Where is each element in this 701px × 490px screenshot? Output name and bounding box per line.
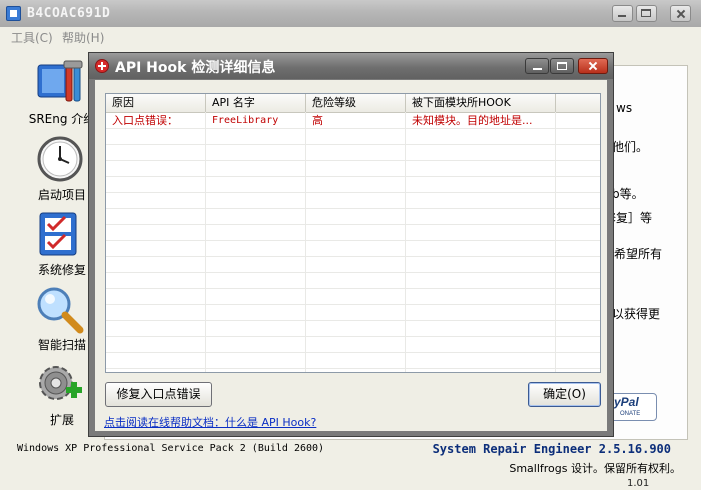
behind-text-5: 希望所有 <box>614 247 663 261</box>
empty-row <box>106 193 600 209</box>
clock-icon <box>37 136 83 182</box>
magnifier-icon <box>37 287 84 334</box>
behind-text-1: ws <box>616 101 633 115</box>
empty-row <box>106 289 600 305</box>
empty-row <box>106 257 600 273</box>
empty-row <box>106 209 600 225</box>
maximize-button[interactable] <box>636 5 657 22</box>
os-info: Windows XP Professional Service Pack 2 (… <box>17 443 325 454</box>
gear-plus-icon <box>39 366 82 400</box>
repair-entry-button[interactable]: 修复入口点错误 <box>105 382 212 407</box>
menu-tools[interactable]: 工具(C) <box>11 29 53 46</box>
table-row[interactable]: 入口点错误： FreeLibrary 高 未知模块。目的地址是... <box>106 113 600 129</box>
dialog-body: 原因 API 名字 危险等级 被下面模块所HOOK 入口点错误： FreeLib… <box>95 80 607 431</box>
app-icon <box>6 6 21 21</box>
dialog-close-button[interactable] <box>578 58 608 74</box>
ok-button[interactable]: 确定(O) <box>528 382 601 407</box>
bottom-fragment: 1.01 <box>627 478 650 489</box>
col-extra <box>556 94 600 112</box>
cell-level: 高 <box>312 114 323 127</box>
copyright: Smallfrogs 设计。保留所有权利。 <box>509 462 681 475</box>
empty-row <box>106 273 600 289</box>
col-reason[interactable]: 原因 <box>106 94 206 112</box>
empty-row <box>106 353 600 369</box>
empty-row <box>106 177 600 193</box>
behind-text-6: 以获得更 <box>612 307 661 321</box>
dialog-titlebar[interactable]: API Hook 检测详细信息 <box>89 53 613 79</box>
sidebar: SREng 介绍 启动项目 系统修复 智能扫描 扩展 <box>24 55 95 435</box>
menubar: 工具(C) 帮助(H) <box>0 27 701 46</box>
empty-row <box>106 225 600 241</box>
menu-help[interactable]: 帮助(H) <box>62 29 104 46</box>
dialog-maximize-button[interactable] <box>550 58 574 74</box>
paypal-label: yPal <box>614 395 639 409</box>
cell-module: 未知模块。目的地址是... <box>412 114 533 127</box>
api-hook-dialog: API Hook 检测详细信息 原因 API 名字 危险等级 被下面模块所HOO… <box>88 52 614 437</box>
empty-row <box>106 337 600 353</box>
cell-reason: 入口点错误： <box>112 114 178 127</box>
empty-row <box>106 241 600 257</box>
list-header: 原因 API 名字 危险等级 被下面模块所HOOK <box>106 94 600 113</box>
dialog-title: API Hook 检测详细信息 <box>115 60 276 76</box>
empty-row <box>106 129 600 145</box>
tools-icon <box>37 60 83 102</box>
empty-row <box>106 305 600 321</box>
main-titlebar[interactable]: B4COAC691D <box>0 0 701 28</box>
paypal-sublabel: ONATE <box>620 411 641 417</box>
minimize-button[interactable] <box>612 5 633 22</box>
cell-api: FreeLibrary <box>212 115 279 126</box>
paypal-donate-button[interactable]: yPal ONATE <box>610 393 657 421</box>
hook-list[interactable]: 原因 API 名字 危险等级 被下面模块所HOOK 入口点错误： FreeLib… <box>105 93 601 373</box>
behind-text-3: b等。 <box>612 187 644 201</box>
warning-cross-icon <box>95 59 109 73</box>
col-danger-level[interactable]: 危险等级 <box>306 94 406 112</box>
main-window-title: B4COAC691D <box>27 6 111 21</box>
close-button[interactable] <box>670 5 691 22</box>
empty-row <box>106 161 600 177</box>
dialog-minimize-button[interactable] <box>525 58 549 74</box>
col-api-name[interactable]: API 名字 <box>206 94 306 112</box>
product-version: System Repair Engineer 2.5.16.900 <box>432 442 671 456</box>
col-hook-module[interactable]: 被下面模块所HOOK <box>406 94 556 112</box>
behind-text-2: 他们。 <box>612 140 649 154</box>
help-link[interactable]: 点击阅读在线帮助文档：什么是 API Hook? <box>104 414 316 430</box>
empty-row <box>106 321 600 337</box>
checklist-icon <box>39 212 77 256</box>
empty-row <box>106 145 600 161</box>
